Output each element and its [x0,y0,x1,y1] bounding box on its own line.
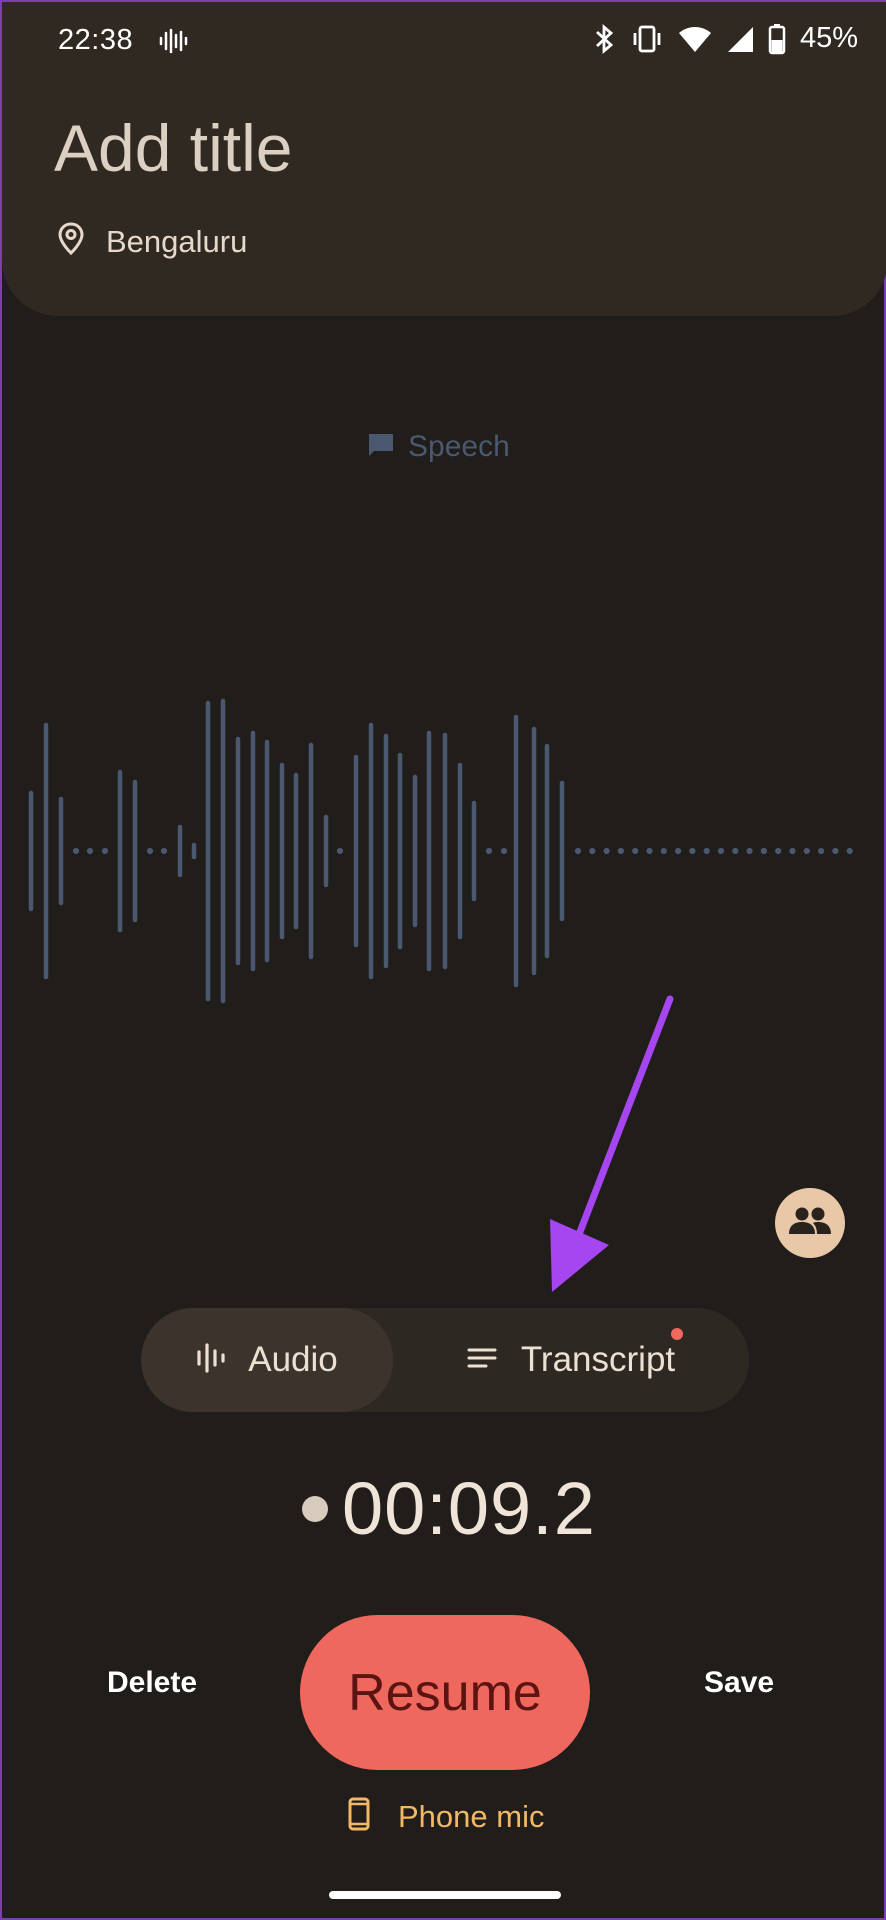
waveform-dot [336,847,344,855]
audio-waveform [28,698,853,1004]
wifi-icon [678,25,712,53]
waveform-dot [632,847,639,855]
waveform-dot [703,847,710,855]
recording-indicator [302,1495,328,1522]
tab-transcript-label: Transcript [520,1340,676,1379]
battery-icon [768,23,786,55]
tab-audio[interactable]: Audio [141,1308,393,1412]
status-icons: 45% [594,22,858,55]
lines-icon [467,1347,497,1374]
waveform-dot [86,847,94,855]
people-icon [788,1206,832,1241]
waveform-dot [775,847,782,855]
mic-label: Phone mic [398,1798,545,1834]
waveform-dot [789,847,796,855]
speech-tag: Speech [366,430,510,464]
waveform-dot [689,847,696,855]
save-button[interactable]: Save [704,1666,774,1700]
mic-selector[interactable]: Phone mic [348,1797,544,1836]
location-row[interactable]: Bengaluru [58,222,247,261]
sound-wave-icon [158,28,188,62]
vibrate-icon [630,24,664,54]
waveform-dot [717,847,725,855]
location-pin-icon [58,222,84,261]
annotation-arrow [550,995,674,1292]
waveform-dot [832,847,839,855]
waveform-dot [803,847,810,855]
timer-text: 00:09.2 [342,1467,596,1550]
status-time: 22:38 [58,24,134,56]
waveform-dot [617,847,625,855]
waveform-icon [196,1342,226,1379]
view-toggle: Audio Transcript [141,1308,749,1412]
tab-transcript[interactable]: Transcript [393,1308,749,1412]
waveform-dot [675,847,682,855]
home-indicator[interactable] [329,1891,561,1899]
waveform-dot [646,847,653,855]
waveform-dot [589,847,596,855]
title-field[interactable]: Add title [54,110,292,186]
recording-timer: 00:09.2 [302,1466,596,1551]
speaker-labels-button[interactable] [775,1188,845,1258]
speech-label: Speech [408,430,510,463]
waveform-dot [485,847,493,855]
resume-label: Resume [348,1663,542,1722]
resume-button[interactable]: Resume [300,1615,590,1770]
status-bar: 22:38 45% [2,2,886,82]
waveform-dot [146,847,154,855]
waveform-dot [160,847,168,855]
delete-button[interactable]: Delete [107,1666,197,1700]
waveform-dot [846,847,853,855]
waveform-dot [500,847,508,855]
battery-percent: 45% [799,22,858,54]
waveform-dot [72,847,80,855]
speech-bubble-icon [366,431,396,464]
waveform-dot [101,847,109,855]
waveform-dot [818,847,825,855]
waveform-dot [760,847,768,855]
waveform-dot [746,847,753,855]
tab-audio-label: Audio [248,1340,338,1379]
location-label: Bengaluru [106,223,248,259]
waveform-dot [732,847,739,855]
waveform-dot [660,847,667,855]
bluetooth-icon [594,23,616,55]
notification-dot [671,1328,683,1340]
waveform-dot [574,847,582,855]
phone-icon [348,1797,370,1836]
signal-icon [726,25,754,53]
waveform-dot [603,847,610,855]
